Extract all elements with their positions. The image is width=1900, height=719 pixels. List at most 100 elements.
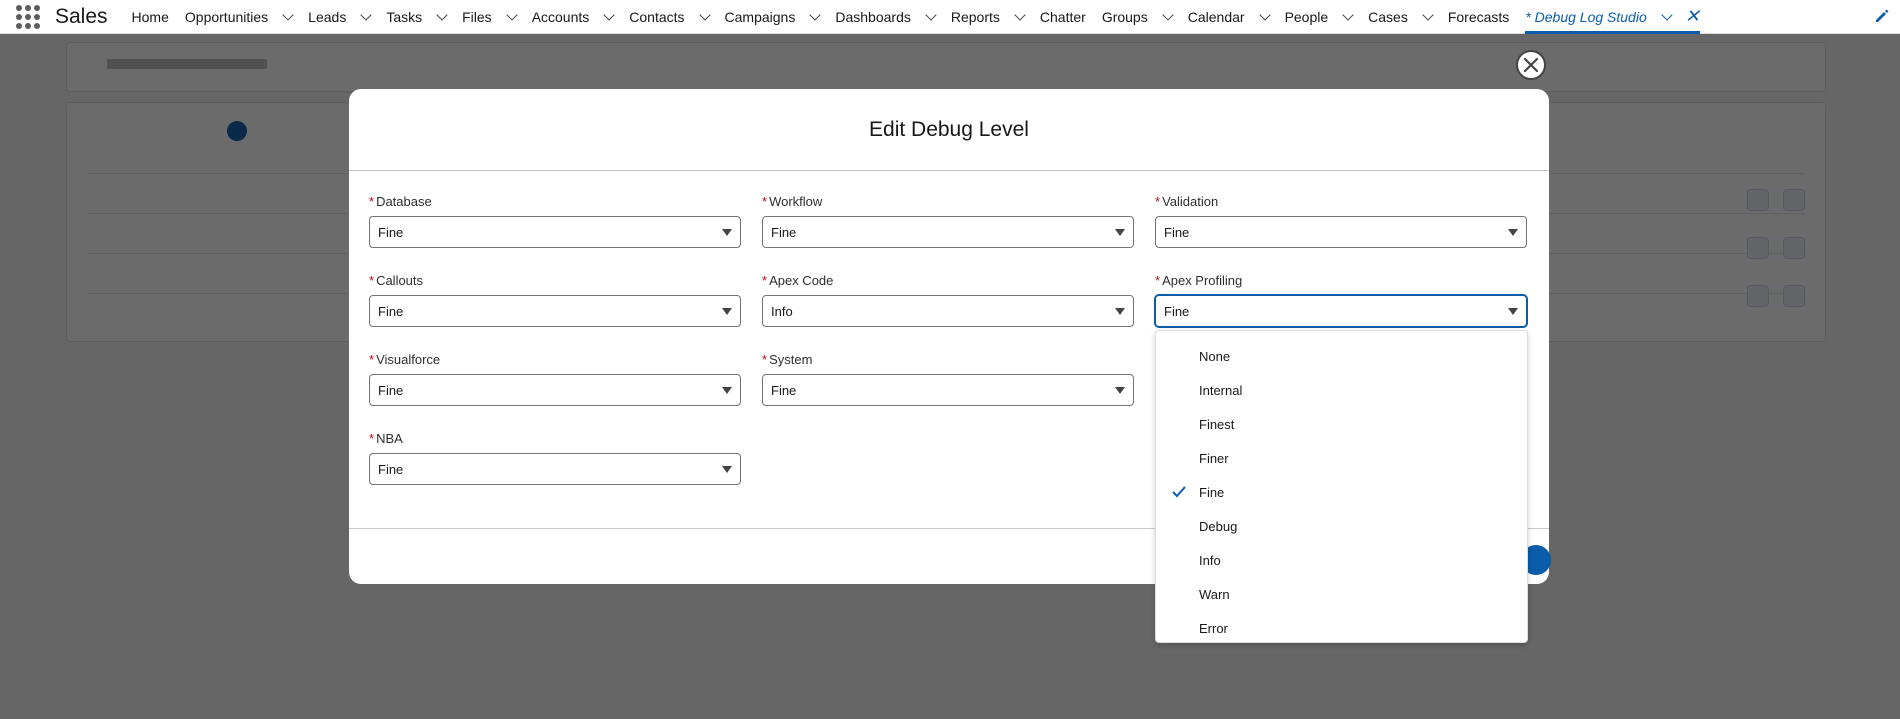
field-label: * Workflow [762, 193, 1134, 211]
chevron-down-icon[interactable] [698, 8, 711, 21]
nav-item-groups[interactable]: Groups [1102, 0, 1174, 34]
nav-item-dashboards[interactable]: Dashboards [835, 0, 937, 34]
global-nav-bar: Sales Home Opportunities Leads Tasks Files Ac… [0, 0, 1900, 34]
nav-tab-debug-log-studio[interactable]: * Debug Log Studio ✕ [1525, 0, 1700, 34]
nav-item-label: Contacts [629, 8, 685, 25]
nba-select[interactable]: Fine [369, 453, 741, 485]
nav-item-label: Leads [308, 8, 347, 25]
nav-item-label: Calendar [1187, 8, 1245, 25]
nav-item-contacts[interactable]: Contacts [629, 0, 711, 34]
workflow-select[interactable]: Fine [762, 216, 1134, 248]
validation-select[interactable]: Fine [1155, 216, 1527, 248]
chevron-down-icon[interactable] [1162, 8, 1174, 21]
app-launcher-icon[interactable] [16, 4, 40, 29]
close-tab-icon[interactable]: ✕ [1685, 6, 1700, 27]
edit-nav-pencil-icon[interactable] [1874, 8, 1890, 24]
listbox-option-info[interactable]: Info [1156, 543, 1527, 577]
caret-down-icon [722, 466, 732, 473]
nav-item-leads[interactable]: Leads [308, 0, 372, 34]
chevron-down-icon[interactable] [1342, 8, 1354, 21]
required-marker: * [369, 352, 375, 367]
checkmark-icon [1172, 486, 1186, 498]
chevron-down-icon[interactable] [506, 8, 518, 21]
nav-item-label: People [1284, 8, 1329, 25]
listbox-option-finest[interactable]: Finest [1156, 407, 1527, 441]
nav-item-label: Campaigns [724, 8, 796, 25]
apex-profiling-listbox: None Internal Finest Finer Fine Debug Info Warn… [1155, 330, 1528, 643]
nav-item-label: Dashboards [835, 8, 911, 25]
caret-down-icon [722, 387, 732, 394]
listbox-option-label: Debug [1199, 518, 1238, 534]
caret-down-icon [722, 229, 732, 236]
field-label-text: Apex Profiling [1162, 273, 1243, 288]
select-value: Fine [771, 382, 797, 398]
required-marker: * [369, 194, 375, 209]
nav-item-chatter[interactable]: Chatter [1040, 0, 1086, 34]
field-label-text: NBA [376, 431, 403, 446]
nav-item-reports[interactable]: Reports [951, 0, 1026, 34]
field-nba: * NBA Fine [369, 430, 741, 485]
nav-item-forecasts[interactable]: Forecasts [1448, 0, 1509, 34]
modal-title: Edit Debug Level [869, 117, 1029, 141]
listbox-option-error[interactable]: Error [1156, 611, 1527, 645]
chevron-down-icon[interactable] [282, 8, 294, 21]
nav-item-tasks[interactable]: Tasks [386, 0, 448, 34]
nav-item-campaigns[interactable]: Campaigns [724, 0, 822, 34]
chevron-down-icon[interactable] [1422, 8, 1434, 21]
listbox-option-internal[interactable]: Internal [1156, 373, 1527, 407]
database-select[interactable]: Fine [369, 216, 741, 248]
required-marker: * [369, 431, 375, 446]
required-marker: * [1155, 194, 1161, 209]
visualforce-select[interactable]: Fine [369, 374, 741, 406]
listbox-option-none[interactable]: None [1156, 339, 1527, 373]
chevron-down-icon[interactable] [1014, 8, 1026, 21]
field-apex-profiling: * Apex Profiling Fine [1155, 272, 1527, 327]
nav-item-accounts[interactable]: Accounts [532, 0, 615, 34]
listbox-option-debug[interactable]: Debug [1156, 509, 1527, 543]
chevron-down-icon[interactable] [360, 8, 372, 21]
modal-close-button[interactable] [1516, 50, 1546, 80]
listbox-option-fine[interactable]: Fine [1156, 475, 1527, 509]
chevron-down-icon[interactable] [925, 8, 937, 21]
listbox-option-label: Info [1199, 552, 1221, 568]
app-name: Sales [55, 4, 108, 28]
select-value: Info [771, 303, 793, 319]
field-label-text: Apex Code [769, 273, 834, 288]
nav-item-files[interactable]: Files [462, 0, 518, 34]
nav-items: Home Opportunities Leads Tasks Files Accounts… [132, 0, 1716, 34]
required-marker: * [369, 273, 375, 288]
apex-code-select[interactable]: Info [762, 295, 1134, 327]
field-label-text: Workflow [769, 194, 823, 209]
listbox-option-warn[interactable]: Warn [1156, 577, 1527, 611]
apex-profiling-select[interactable]: Fine [1155, 295, 1527, 327]
callouts-select[interactable]: Fine [369, 295, 741, 327]
caret-down-icon [1115, 308, 1125, 315]
nav-item-people[interactable]: People [1284, 0, 1354, 34]
listbox-option-label: Error [1199, 620, 1228, 636]
listbox-option-finer[interactable]: Finer [1156, 441, 1527, 475]
nav-item-label: Forecasts [1447, 8, 1510, 25]
nav-item-label: Tasks [386, 8, 423, 25]
chevron-down-icon[interactable] [809, 8, 822, 21]
nav-item-label: Cases [1368, 8, 1408, 25]
modal-header: Edit Debug Level [349, 89, 1549, 171]
nav-item-label: Home [131, 8, 169, 25]
field-label: * Database [369, 193, 741, 211]
listbox-option-label: Finer [1199, 450, 1229, 466]
listbox-option-label: Fine [1199, 484, 1225, 500]
field-label-text: Visualforce [376, 352, 441, 367]
required-marker: * [1155, 273, 1161, 288]
chevron-down-icon[interactable] [1661, 8, 1673, 21]
field-database: * Database Fine [369, 193, 741, 248]
close-icon [1523, 57, 1539, 73]
nav-item-cases[interactable]: Cases [1368, 0, 1434, 34]
nav-item-opportunities[interactable]: Opportunities [185, 0, 294, 34]
chevron-down-icon[interactable] [436, 8, 448, 21]
nav-item-home[interactable]: Home [132, 0, 169, 34]
select-value: Fine [771, 224, 797, 240]
field-label: * Callouts [369, 272, 741, 290]
chevron-down-icon[interactable] [603, 8, 615, 21]
chevron-down-icon[interactable] [1258, 8, 1271, 21]
system-select[interactable]: Fine [762, 374, 1134, 406]
nav-item-calendar[interactable]: Calendar [1187, 0, 1271, 34]
